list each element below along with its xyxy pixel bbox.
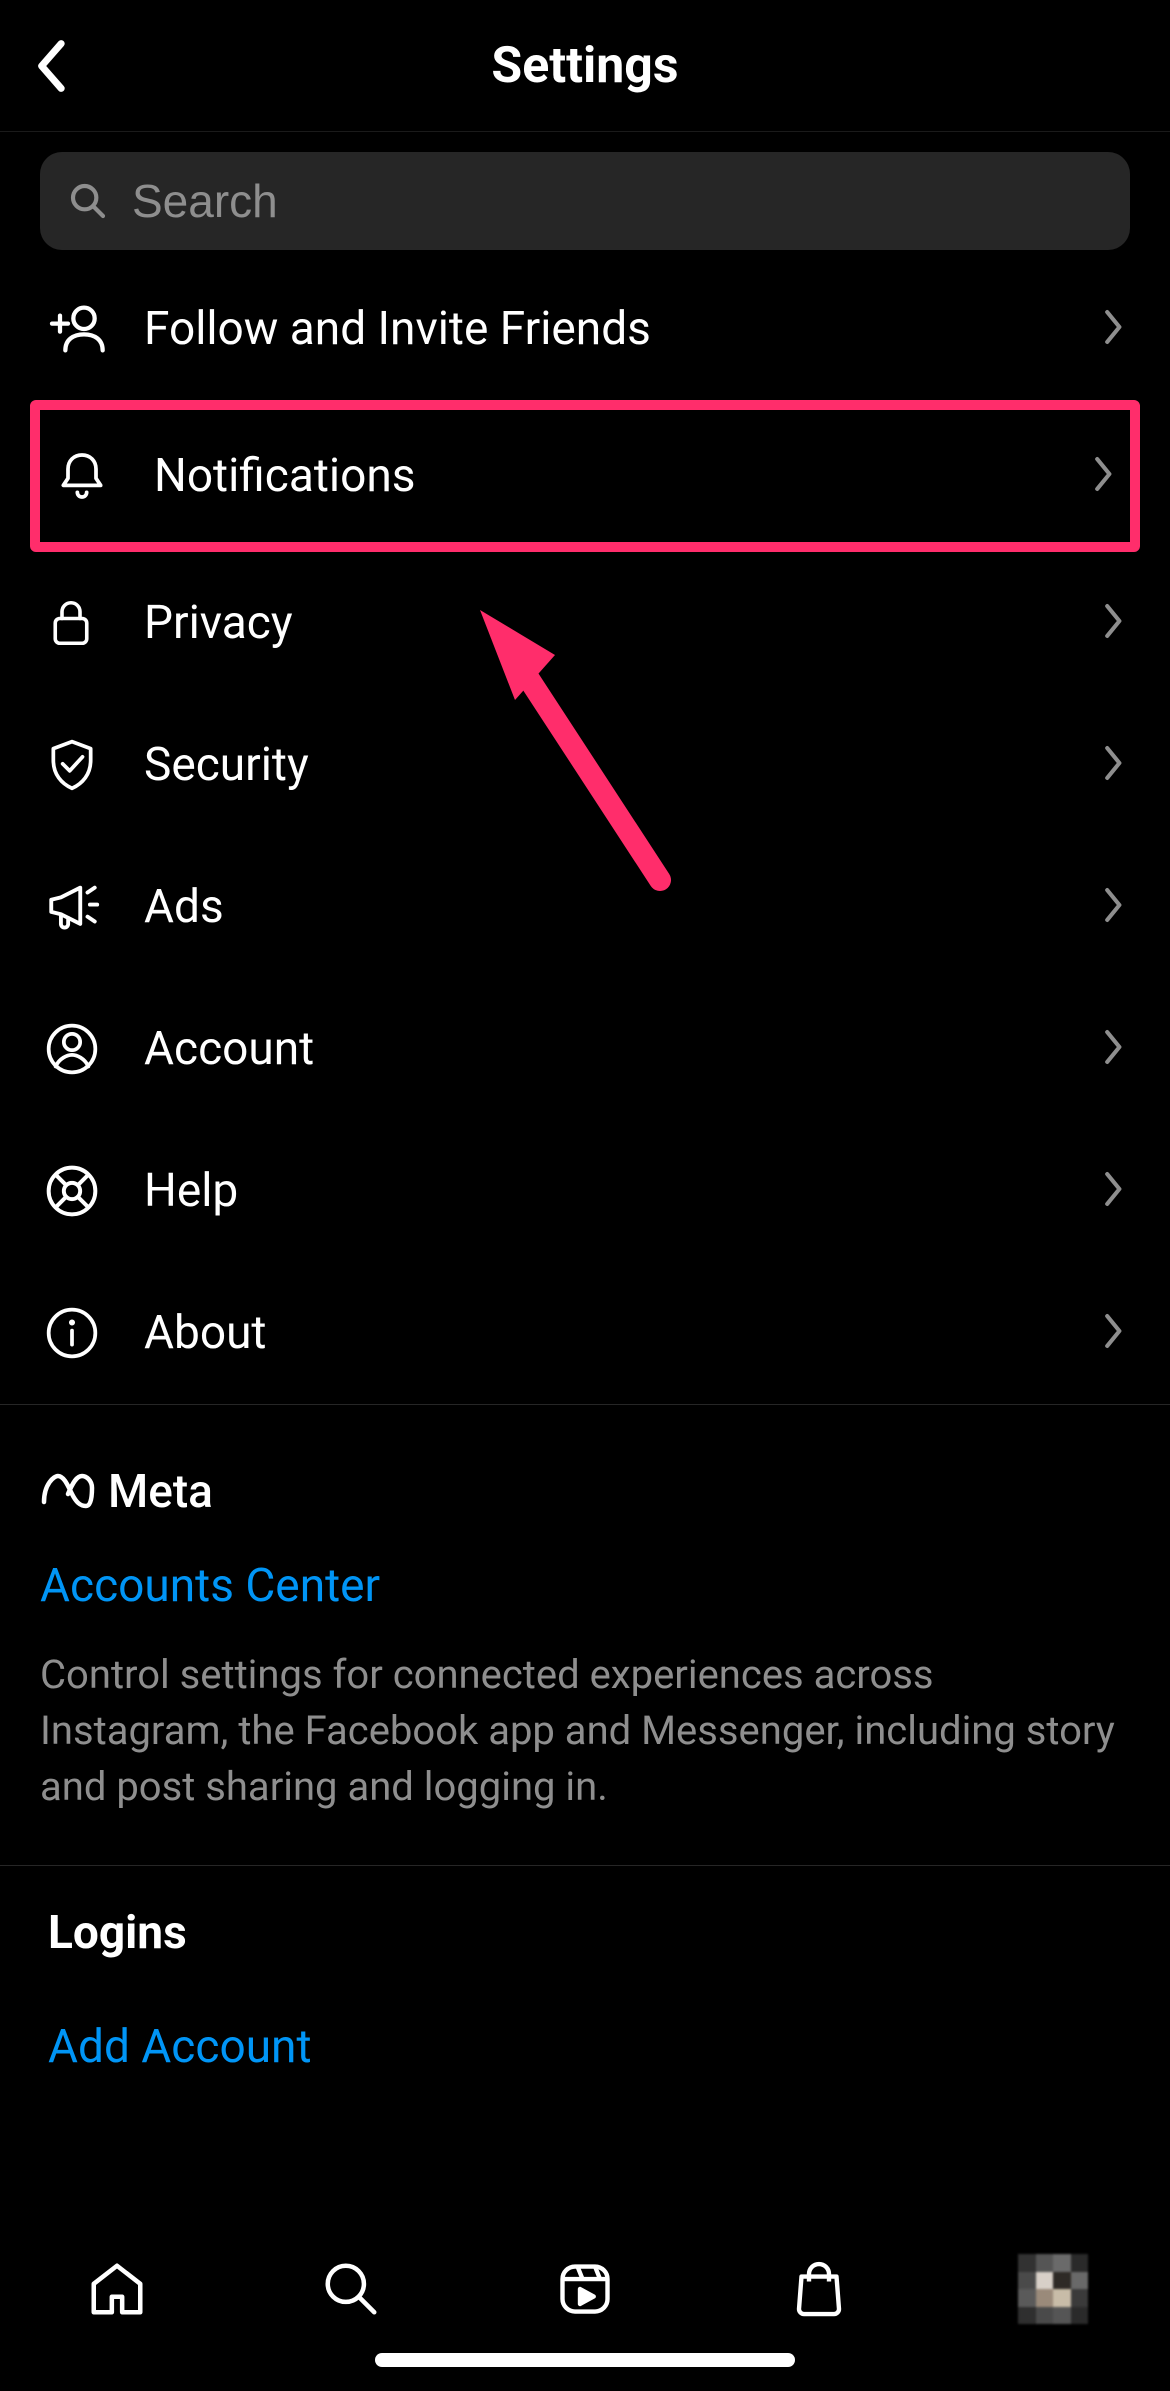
logins-section: Logins Add Account bbox=[0, 1866, 1170, 2114]
chevron-left-icon bbox=[32, 38, 68, 94]
info-icon bbox=[44, 1305, 112, 1361]
add-friend-icon bbox=[44, 297, 112, 361]
lock-icon bbox=[44, 596, 112, 650]
chevron-right-icon bbox=[1102, 602, 1126, 644]
search-bar[interactable] bbox=[40, 152, 1130, 250]
chevron-right-icon bbox=[1102, 1170, 1126, 1212]
reels-icon bbox=[555, 2259, 615, 2319]
header: Settings bbox=[0, 0, 1170, 132]
menu-label: Notifications bbox=[154, 449, 1092, 503]
menu-item-privacy[interactable]: Privacy bbox=[0, 552, 1170, 694]
chevron-right-icon bbox=[1102, 1028, 1126, 1070]
nav-home[interactable] bbox=[81, 2253, 153, 2325]
menu-label: Account bbox=[144, 1022, 1102, 1076]
bell-icon bbox=[54, 448, 122, 504]
menu-label: Follow and Invite Friends bbox=[144, 302, 1102, 356]
menu-label: Privacy bbox=[144, 596, 1102, 650]
search-container bbox=[0, 132, 1170, 258]
meta-logo-icon bbox=[40, 1470, 96, 1514]
chevron-right-icon bbox=[1092, 455, 1116, 497]
shop-icon bbox=[789, 2259, 849, 2319]
menu-label: About bbox=[144, 1306, 1102, 1360]
meta-section: Meta Accounts Center Control settings fo… bbox=[0, 1405, 1170, 1866]
search-icon bbox=[320, 2258, 382, 2320]
back-button[interactable] bbox=[20, 36, 80, 96]
menu-label: Security bbox=[144, 738, 1102, 792]
home-indicator[interactable] bbox=[375, 2353, 795, 2367]
search-icon bbox=[68, 181, 108, 221]
menu-item-ads[interactable]: Ads bbox=[0, 836, 1170, 978]
shield-icon bbox=[44, 737, 112, 793]
help-icon bbox=[44, 1163, 112, 1219]
home-icon bbox=[86, 2258, 148, 2320]
menu-item-help[interactable]: Help bbox=[0, 1120, 1170, 1262]
menu-item-about[interactable]: About bbox=[0, 1262, 1170, 1404]
meta-description: Control settings for connected experienc… bbox=[40, 1647, 1130, 1815]
settings-menu: Follow and Invite Friends Notifications … bbox=[0, 258, 1170, 1404]
page-title: Settings bbox=[0, 37, 1170, 95]
menu-item-follow-invite[interactable]: Follow and Invite Friends bbox=[0, 258, 1170, 400]
meta-brand-text: Meta bbox=[108, 1465, 213, 1519]
search-input[interactable] bbox=[132, 174, 1102, 228]
nav-search[interactable] bbox=[315, 2253, 387, 2325]
menu-item-security[interactable]: Security bbox=[0, 694, 1170, 836]
menu-label: Ads bbox=[144, 880, 1102, 934]
menu-item-notifications[interactable]: Notifications bbox=[30, 400, 1140, 552]
meta-brand: Meta bbox=[40, 1465, 1130, 1519]
accounts-center-link[interactable]: Accounts Center bbox=[40, 1559, 1130, 1613]
chevron-right-icon bbox=[1102, 308, 1126, 350]
profile-avatar bbox=[1018, 2254, 1088, 2324]
chevron-right-icon bbox=[1102, 886, 1126, 928]
bottom-nav bbox=[0, 2231, 1170, 2391]
account-icon bbox=[44, 1021, 112, 1077]
chevron-right-icon bbox=[1102, 1312, 1126, 1354]
megaphone-icon bbox=[44, 878, 112, 936]
menu-label: Help bbox=[144, 1164, 1102, 1218]
add-account-link[interactable]: Add Account bbox=[48, 2020, 1122, 2074]
nav-shop[interactable] bbox=[783, 2253, 855, 2325]
logins-title: Logins bbox=[48, 1906, 1122, 1960]
menu-item-account[interactable]: Account bbox=[0, 978, 1170, 1120]
chevron-right-icon bbox=[1102, 744, 1126, 786]
nav-profile[interactable] bbox=[1017, 2253, 1089, 2325]
nav-reels[interactable] bbox=[549, 2253, 621, 2325]
